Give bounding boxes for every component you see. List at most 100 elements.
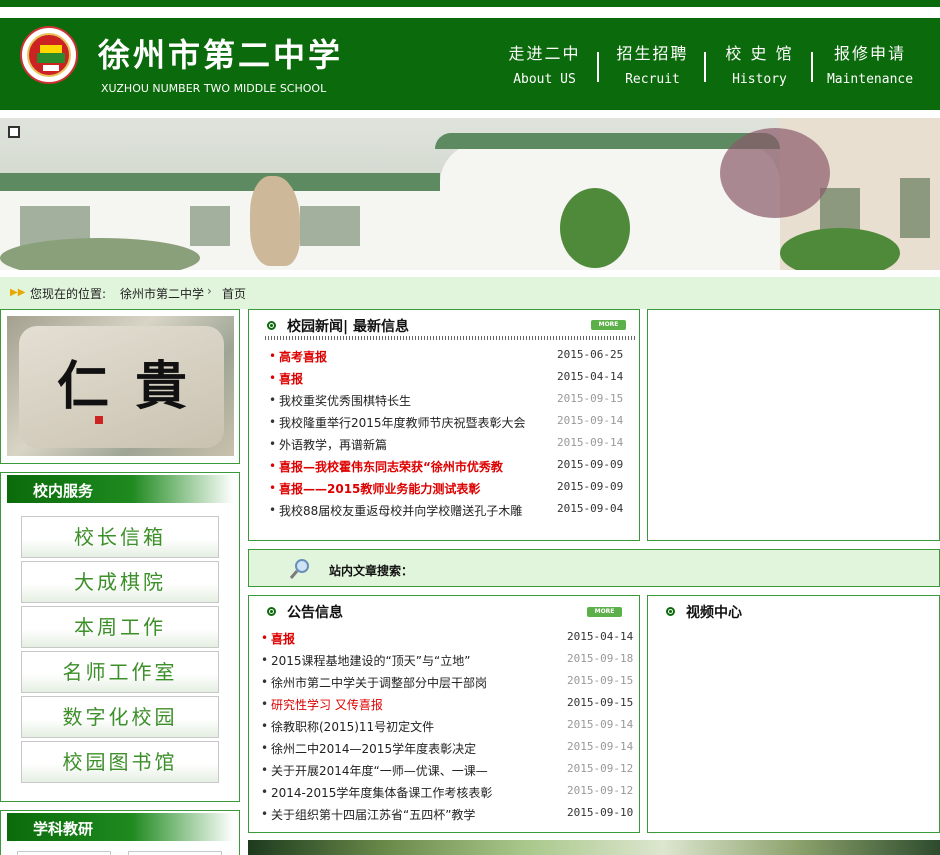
- news-item[interactable]: • 外语教学，再谱新篇 2015-09-14: [269, 434, 637, 456]
- list-item-date: 2015-04-14: [567, 630, 634, 643]
- list-item-date: 2015-09-14: [567, 740, 634, 753]
- principal-mailbox-button[interactable]: 校长信箱: [21, 516, 219, 558]
- notice-item[interactable]: • 徐州市第二中学关于调整部分中层干部岗 2015-09-15: [261, 672, 647, 694]
- news-title: 校园新闻| 最新信息: [287, 319, 409, 335]
- list-item-date: 2015-09-10: [567, 806, 634, 819]
- list-bullet-icon: •: [269, 349, 277, 363]
- breadcrumb-separator-icon: ›: [207, 284, 212, 298]
- services-title: 校内服务: [33, 482, 94, 500]
- notice-item[interactable]: • 徐州二中2014—2015学年度表彰决定 2015-09-14: [261, 738, 647, 760]
- list-bullet-icon: •: [261, 697, 269, 711]
- double-arrow-icon: ▶▶: [10, 287, 26, 298]
- news-item[interactable]: • 我校重奖优秀围棋特长生 2015-09-15: [269, 390, 637, 412]
- list-item-title[interactable]: 我校重奖优秀围棋特长生: [279, 392, 411, 409]
- digital-campus-button[interactable]: 数字化校园: [21, 696, 219, 738]
- calligraphy-stone-photo[interactable]: 仁 貴: [7, 316, 234, 456]
- nav-label-en: Recruit: [625, 72, 680, 87]
- subjects-title: 学科教研: [33, 820, 94, 838]
- seal-stamp-icon: [95, 416, 103, 424]
- news-item[interactable]: • 喜报—我校霍伟东同志荣获“徐州市优秀教 2015-09-09: [269, 456, 637, 478]
- nav-maintenance[interactable]: 报修申请 Maintenance: [816, 36, 924, 96]
- list-item-title[interactable]: 喜报—我校霍伟东同志荣获“徐州市优秀教: [279, 458, 503, 475]
- section-bullet-icon: [267, 321, 276, 330]
- list-item-date: 2015-09-15: [557, 392, 624, 405]
- list-item-title[interactable]: 喜报——2015教师业务能力测试表彰: [279, 480, 480, 497]
- nav-about-us[interactable]: 走进二中 About US: [492, 36, 597, 96]
- notice-item[interactable]: • 关于开展2014年度“一师—优课、一课— 2015-09-12: [261, 760, 647, 782]
- list-item-date: 2015-09-14: [557, 414, 624, 427]
- bottom-banner-image: [248, 840, 940, 855]
- campus-library-button[interactable]: 校园图书馆: [21, 741, 219, 783]
- news-item[interactable]: • 高考喜报 2015-06-25: [269, 346, 637, 368]
- list-item-date: 2015-09-12: [567, 762, 634, 775]
- chess-academy-button[interactable]: 大成棋院: [21, 561, 219, 603]
- list-bullet-icon: •: [261, 785, 269, 799]
- notice-item[interactable]: • 关于组织第十四届江苏省“五四杯”教学 2015-09-10: [261, 804, 647, 826]
- news-item[interactable]: • 喜报 2015-04-14: [269, 368, 637, 390]
- school-name-en: XUZHOU NUMBER TWO MIDDLE SCHOOL: [101, 82, 327, 95]
- list-item-date: 2015-09-15: [567, 696, 634, 709]
- notice-item[interactable]: • 2015课程基地建设的“顶天”与“立地” 2015-09-18: [261, 650, 647, 672]
- nav-label-cn: 招生招聘: [616, 44, 689, 63]
- list-bullet-icon: •: [261, 719, 269, 733]
- featured-photo-box: 仁 貴: [0, 309, 240, 464]
- list-item-title[interactable]: 研究性学习 又传喜报: [271, 696, 383, 713]
- list-item-title[interactable]: 徐州市第二中学关于调整部分中层干部岗: [271, 674, 487, 691]
- list-item-title[interactable]: 徐州二中2014—2015学年度表彰决定: [271, 740, 476, 757]
- campus-banner-image: [0, 118, 940, 270]
- subjects-panel: 学科教研: [0, 810, 240, 855]
- news-item[interactable]: • 我校88届校友重返母校并向学校赠送孔子木雕 2015-09-04: [269, 500, 637, 522]
- list-bullet-icon: •: [269, 415, 277, 429]
- nav-divider: [811, 52, 813, 82]
- list-item-date: 2015-06-25: [557, 348, 624, 361]
- weekly-work-button[interactable]: 本周工作: [21, 606, 219, 648]
- nav-divider: [597, 52, 599, 82]
- notice-item[interactable]: • 喜报 2015-04-14: [261, 628, 647, 650]
- right-top-panel: [647, 309, 940, 541]
- news-item[interactable]: • 喜报——2015教师业务能力测试表彰 2015-09-09: [269, 478, 637, 500]
- slideshow-control-icon[interactable]: [8, 126, 20, 138]
- services-panel: 校内服务 校长信箱 大成棋院 本周工作 名师工作室 数字化校园 校园图书馆: [0, 472, 240, 802]
- list-bullet-icon: •: [269, 393, 277, 407]
- list-item-date: 2015-09-12: [567, 784, 634, 797]
- nav-recruit[interactable]: 招生招聘 Recruit: [600, 36, 705, 96]
- list-bullet-icon: •: [269, 503, 277, 517]
- list-item-title[interactable]: 喜报: [279, 370, 303, 387]
- nav-label-en: History: [732, 72, 787, 87]
- school-logo[interactable]: [20, 26, 78, 84]
- list-item-title[interactable]: 喜报: [271, 630, 295, 647]
- news-panel: 校园新闻| 最新信息 MORE • 高考喜报 2015-06-25 • 喜报 2015-0…: [248, 309, 640, 541]
- list-item-date: 2015-09-09: [557, 458, 624, 471]
- list-bullet-icon: •: [261, 741, 269, 755]
- list-item-title[interactable]: 高考喜报: [279, 348, 327, 365]
- subject-button[interactable]: [17, 851, 111, 855]
- list-item-title[interactable]: 关于组织第十四届江苏省“五四杯”教学: [271, 806, 475, 823]
- list-item-title[interactable]: 外语教学，再谱新篇: [279, 436, 387, 453]
- notices-title: 公告信息: [287, 605, 343, 621]
- subject-button[interactable]: [128, 851, 222, 855]
- notice-item[interactable]: • 徐教职称(2015)11号初定文件 2015-09-14: [261, 716, 647, 738]
- news-item[interactable]: • 我校隆重举行2015年度教师节庆祝暨表彰大会 2015-09-14: [269, 412, 637, 434]
- list-item-title[interactable]: 徐教职称(2015)11号初定文件: [271, 718, 434, 735]
- photo-calligraphy-char: 貴: [135, 356, 188, 417]
- list-item-title[interactable]: 我校隆重举行2015年度教师节庆祝暨表彰大会: [279, 414, 526, 431]
- notice-item[interactable]: • 2014-2015学年度集体备课工作考核表彰 2015-09-12: [261, 782, 647, 804]
- list-item-title[interactable]: 我校88届校友重返母校并向学校赠送孔子木雕: [279, 502, 522, 519]
- nav-history[interactable]: 校 史 馆 History: [707, 36, 812, 96]
- magnifier-icon[interactable]: [289, 558, 311, 580]
- list-item-title[interactable]: 2014-2015学年度集体备课工作考核表彰: [271, 784, 492, 801]
- list-item-title[interactable]: 关于开展2014年度“一师—优课、一课—: [271, 762, 488, 779]
- list-item-date: 2015-09-18: [567, 652, 634, 665]
- news-more-button[interactable]: MORE: [591, 320, 626, 330]
- breadcrumb-home-link[interactable]: 徐州市第二中学: [120, 285, 204, 302]
- notices-more-button[interactable]: MORE: [587, 607, 622, 617]
- list-item-date: 2015-09-09: [557, 480, 624, 493]
- notice-item[interactable]: • 研究性学习 又传喜报 2015-09-15: [261, 694, 647, 716]
- list-item-date: 2015-09-14: [567, 718, 634, 731]
- photo-calligraphy-char: 仁: [57, 356, 110, 417]
- list-item-date: 2015-09-14: [557, 436, 624, 449]
- notices-panel: 公告信息 MORE • 喜报 2015-04-14 • 2015课程基地建设的“顶天”与…: [248, 595, 640, 833]
- master-teacher-studio-button[interactable]: 名师工作室: [21, 651, 219, 693]
- list-item-title[interactable]: 2015课程基地建设的“顶天”与“立地”: [271, 652, 470, 669]
- section-bullet-icon: [666, 607, 675, 616]
